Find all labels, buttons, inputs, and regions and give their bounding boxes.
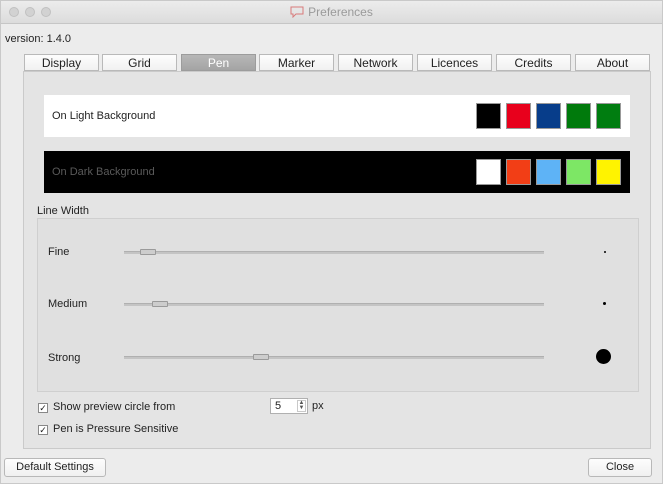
strong-slider-thumb[interactable] [253,354,270,360]
line-width-title: Line Width [37,205,89,217]
light-color-swatch-4[interactable] [566,103,591,129]
preferences-speech-icon [290,6,304,18]
fine-slider-track[interactable] [124,251,544,254]
dark-color-swatch-3[interactable] [536,159,561,185]
medium-preview-dot [603,302,606,305]
fine-preview-dot [604,251,606,253]
window-title: Preferences [308,5,373,19]
pressure-option[interactable]: ✓ Pen is Pressure Sensitive [38,423,178,435]
preview-size-spinbox[interactable]: 5 ▲ ▼ [270,398,308,414]
preview-circle-label: Show preview circle from [53,401,176,413]
preview-size-unit: px [312,400,324,412]
medium-label: Medium [48,298,88,310]
tab-about[interactable]: About [575,54,650,71]
window-title-wrap: Preferences [1,5,662,19]
strong-slider-track[interactable] [124,356,544,359]
default-settings-button[interactable]: Default Settings [4,458,106,477]
dark-color-swatch-1[interactable] [476,159,501,185]
strong-label: Strong [48,352,81,364]
dark-color-swatch-2[interactable] [506,159,531,185]
spinbox-arrows-icon[interactable]: ▲ ▼ [297,400,306,412]
tab-credits[interactable]: Credits [496,54,571,71]
light-color-swatch-2[interactable] [506,103,531,129]
pressure-checkbox[interactable]: ✓ [38,425,48,435]
title-bar: Preferences [1,1,662,24]
dark-background-row: On Dark Background [44,151,630,193]
preview-circle-checkbox[interactable]: ✓ [38,403,48,413]
pen-settings-panel: On Light Background On Dark Background L… [23,71,651,449]
light-color-swatch-5[interactable] [596,103,621,129]
tab-display[interactable]: Display [24,54,99,71]
tab-marker[interactable]: Marker [259,54,334,71]
line-width-group: Fine Medium Strong [37,218,639,392]
tab-licences[interactable]: Licences [417,54,492,71]
strong-preview-dot [596,349,611,364]
dark-color-swatch-5[interactable] [596,159,621,185]
dark-color-swatch-4[interactable] [566,159,591,185]
light-background-label: On Light Background [52,110,156,122]
tab-pen[interactable]: Pen [181,54,256,71]
pressure-label: Pen is Pressure Sensitive [53,423,179,435]
dark-background-label: On Dark Background [52,166,155,178]
medium-slider-thumb[interactable] [152,301,169,307]
fine-label: Fine [48,246,70,258]
preview-circle-option[interactable]: ✓ Show preview circle from [38,401,175,413]
fine-slider-thumb[interactable] [140,249,157,255]
tab-grid[interactable]: Grid [102,54,177,71]
medium-slider-track[interactable] [124,303,544,306]
light-color-swatch-3[interactable] [536,103,561,129]
light-color-swatch-1[interactable] [476,103,501,129]
preview-size-value: 5 [275,400,282,412]
close-button[interactable]: Close [588,458,652,477]
version-label: version: 1.4.0 [5,33,72,45]
tab-network[interactable]: Network [338,54,413,71]
preferences-window: Preferences version: 1.4.0 Display Grid … [0,0,663,484]
light-background-row: On Light Background [44,95,630,137]
